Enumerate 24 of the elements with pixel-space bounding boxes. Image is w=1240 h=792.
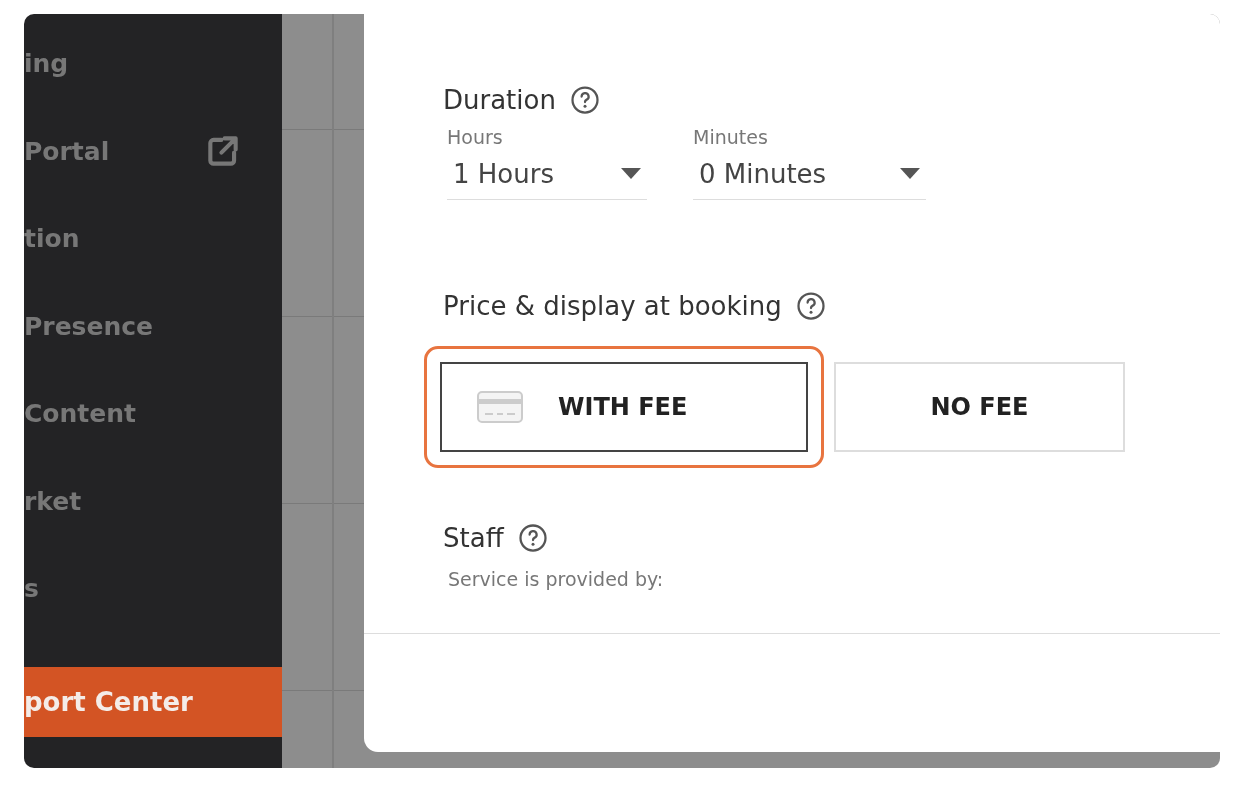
sidebar-item[interactable]: port Center: [24, 667, 282, 737]
sidebar-item[interactable]: s: [24, 545, 282, 633]
dropdown-field[interactable]: 1 Hours: [447, 148, 647, 200]
section-title: Duration: [443, 85, 556, 115]
help-icon[interactable]: [569, 85, 600, 115]
help-icon[interactable]: [517, 523, 548, 553]
sidebar-item[interactable]: Portal: [24, 107, 282, 195]
staff-note: Service is provided by:: [447, 568, 665, 590]
section-title: Price & display at booking: [443, 291, 782, 321]
caret-icon: [621, 167, 641, 180]
dropdown-field[interactable]: 0 Minutes: [693, 148, 926, 200]
sidebar-item[interactable]: Presence: [24, 282, 282, 370]
caret-icon: [900, 167, 920, 180]
field-label: Hours: [447, 126, 504, 148]
sidebar-item[interactable]: ing: [24, 20, 282, 108]
help-icon[interactable]: [795, 291, 826, 321]
sidebar-item[interactable]: Content: [24, 370, 282, 458]
option-button[interactable]: NO FEE: [834, 362, 1125, 452]
sidebar-item[interactable]: rket: [24, 457, 282, 545]
option-button[interactable]: WITH FEE: [440, 362, 808, 452]
credit-card-icon: [476, 390, 524, 424]
section-title: Staff: [443, 523, 504, 553]
field-label: Minutes: [693, 126, 769, 148]
sidebar-item[interactable]: tion: [24, 195, 282, 283]
